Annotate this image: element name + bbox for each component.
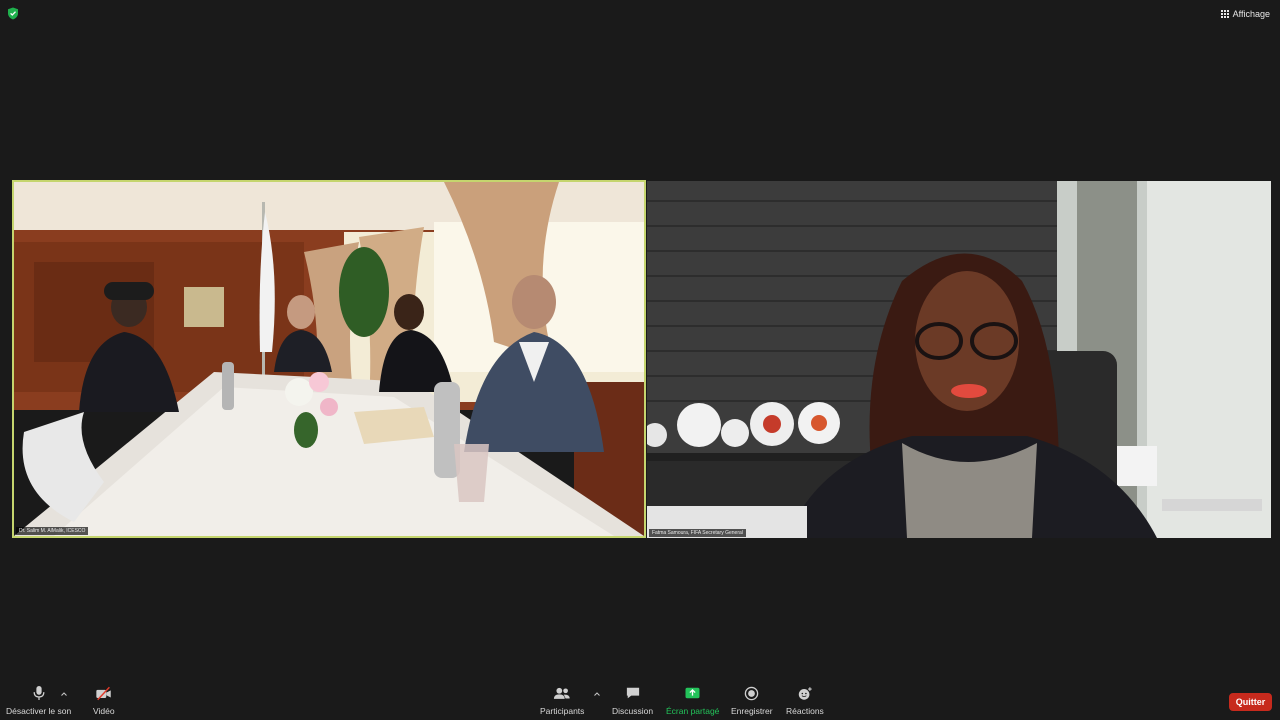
record-button[interactable]: Enregistrer xyxy=(731,684,773,716)
share-screen-icon xyxy=(684,684,702,702)
leave-meeting-button[interactable]: Quitter xyxy=(1229,693,1272,711)
speaker-video xyxy=(647,181,1271,538)
view-button[interactable]: Affichage xyxy=(1220,7,1270,21)
participants-icon xyxy=(553,684,571,702)
video-tile-meeting-room[interactable]: Dr. Salim M. AlMalik, ICESCO xyxy=(12,180,646,538)
microphone-icon xyxy=(30,684,48,702)
chat-bubble-icon xyxy=(624,684,642,702)
video-off-icon xyxy=(95,684,113,702)
participant-name-tag: Dr. Salim M. AlMalik, ICESCO xyxy=(16,527,89,535)
record-label: Enregistrer xyxy=(731,706,773,716)
participants-button[interactable]: Participants xyxy=(540,684,584,716)
participants-label: Participants xyxy=(540,706,585,716)
grid-view-icon xyxy=(1220,10,1229,18)
share-screen-label: Écran partagé xyxy=(666,706,720,716)
video-tile-speaker[interactable]: Fatma Samoura, FIFA Secretary General xyxy=(647,181,1271,538)
chat-button[interactable]: Discussion xyxy=(612,684,653,716)
reactions-button[interactable]: Réactions xyxy=(786,684,824,716)
chat-label: Discussion xyxy=(612,706,654,716)
view-button-label: Affichage xyxy=(1232,9,1270,19)
smiley-add-icon xyxy=(796,684,814,702)
mute-label: Désactiver le son xyxy=(6,706,72,716)
meeting-toolbar: Désactiver le son Vidéo Participants Dis… xyxy=(0,680,1280,720)
encryption-shield-icon[interactable] xyxy=(7,7,19,20)
video-label: Vidéo xyxy=(93,706,115,716)
record-icon xyxy=(743,684,761,702)
participant-name-tag: Fatma Samoura, FIFA Secretary General xyxy=(649,529,746,537)
video-button[interactable]: Vidéo xyxy=(93,684,115,716)
reactions-label: Réactions xyxy=(786,706,824,716)
share-screen-button[interactable]: Écran partagé xyxy=(666,684,719,716)
participants-options-chevron-up-icon[interactable] xyxy=(593,685,601,696)
meeting-room-video xyxy=(14,182,644,536)
audio-options-chevron-up-icon[interactable] xyxy=(60,685,68,696)
